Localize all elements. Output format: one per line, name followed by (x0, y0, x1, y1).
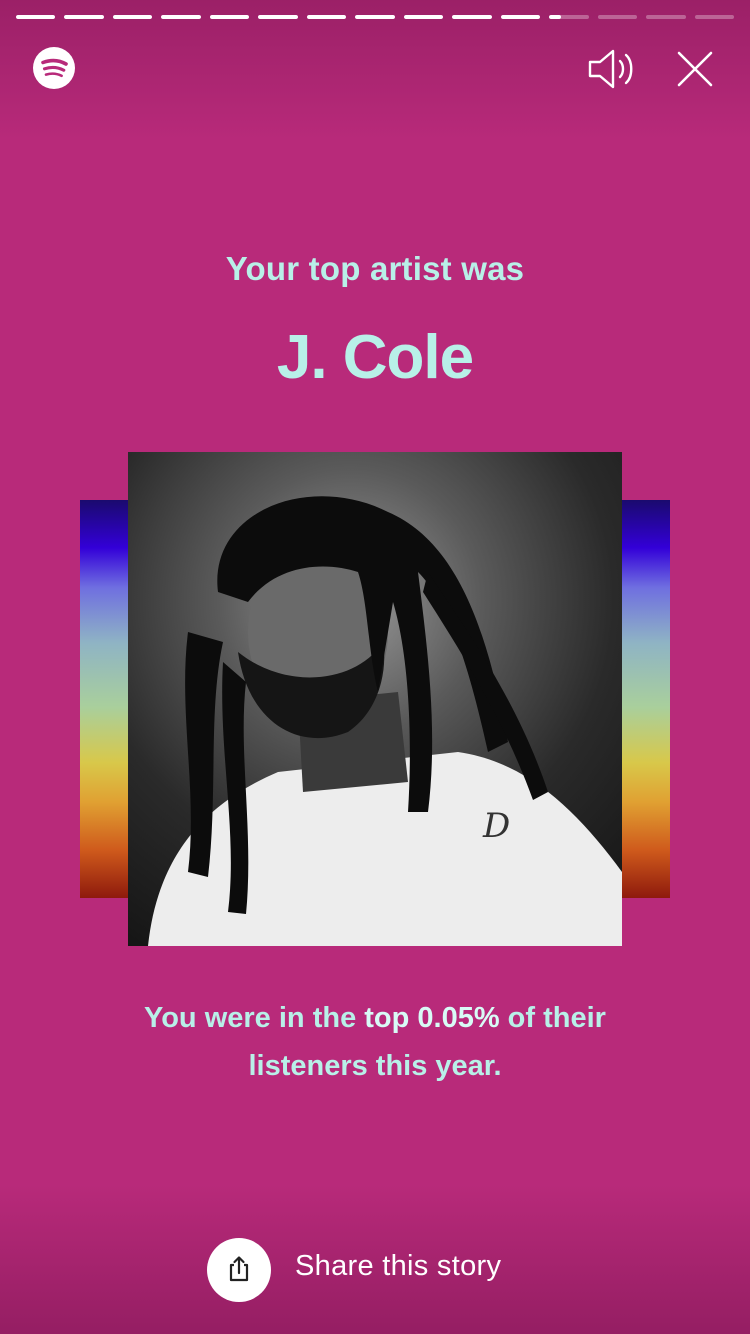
stat-prefix: You were in the (144, 1002, 365, 1034)
progress-segment-fill (355, 15, 395, 19)
stat-line-2: listeners this year. (248, 1050, 502, 1082)
svg-text:D: D (482, 806, 510, 846)
progress-segment-fill (306, 15, 347, 19)
progress-segment-fill (209, 15, 250, 19)
progress-segment-fill (549, 15, 561, 19)
artist-name: J. Cole (276, 323, 474, 392)
share-upload-icon (229, 1256, 249, 1282)
progress-segment (403, 15, 444, 19)
progress-segment (258, 15, 298, 19)
progress-segment-fill (500, 15, 541, 19)
progress-segment (161, 15, 201, 19)
progress-segment (209, 15, 250, 19)
progress-segment (549, 15, 589, 19)
progress-segment-fill (452, 15, 492, 19)
progress-segment (112, 15, 153, 19)
progress-segment (16, 15, 56, 19)
progress-segment (64, 15, 104, 19)
progress-segment-fill (161, 15, 201, 19)
stat-suffix: of their (499, 1002, 606, 1034)
progress-segment-fill (403, 15, 444, 19)
speaker-volume-icon[interactable] (586, 46, 642, 92)
share-story-label[interactable]: Share this story (295, 1250, 501, 1283)
progress-segment (694, 15, 735, 19)
progress-segment (500, 15, 541, 19)
progress-segment (452, 15, 492, 19)
artist-photo: D (128, 452, 622, 946)
listener-stat: You were in the top 0.05% of their liste… (0, 994, 750, 1090)
close-icon[interactable] (674, 48, 716, 90)
progress-segment-fill (16, 15, 56, 19)
progress-segment (306, 15, 347, 19)
share-button[interactable] (207, 1238, 271, 1302)
progress-segment (355, 15, 395, 19)
progress-segment-fill (112, 15, 153, 19)
spotify-logo-icon[interactable] (33, 47, 75, 89)
progress-segment-fill (64, 15, 104, 19)
progress-segment (646, 15, 686, 19)
stat-highlight: top 0.05% (364, 1002, 500, 1034)
progress-segment (597, 15, 638, 19)
story-progress-bar (16, 15, 735, 20)
progress-segment-fill (258, 15, 298, 19)
subtitle: Your top artist was (225, 250, 525, 287)
